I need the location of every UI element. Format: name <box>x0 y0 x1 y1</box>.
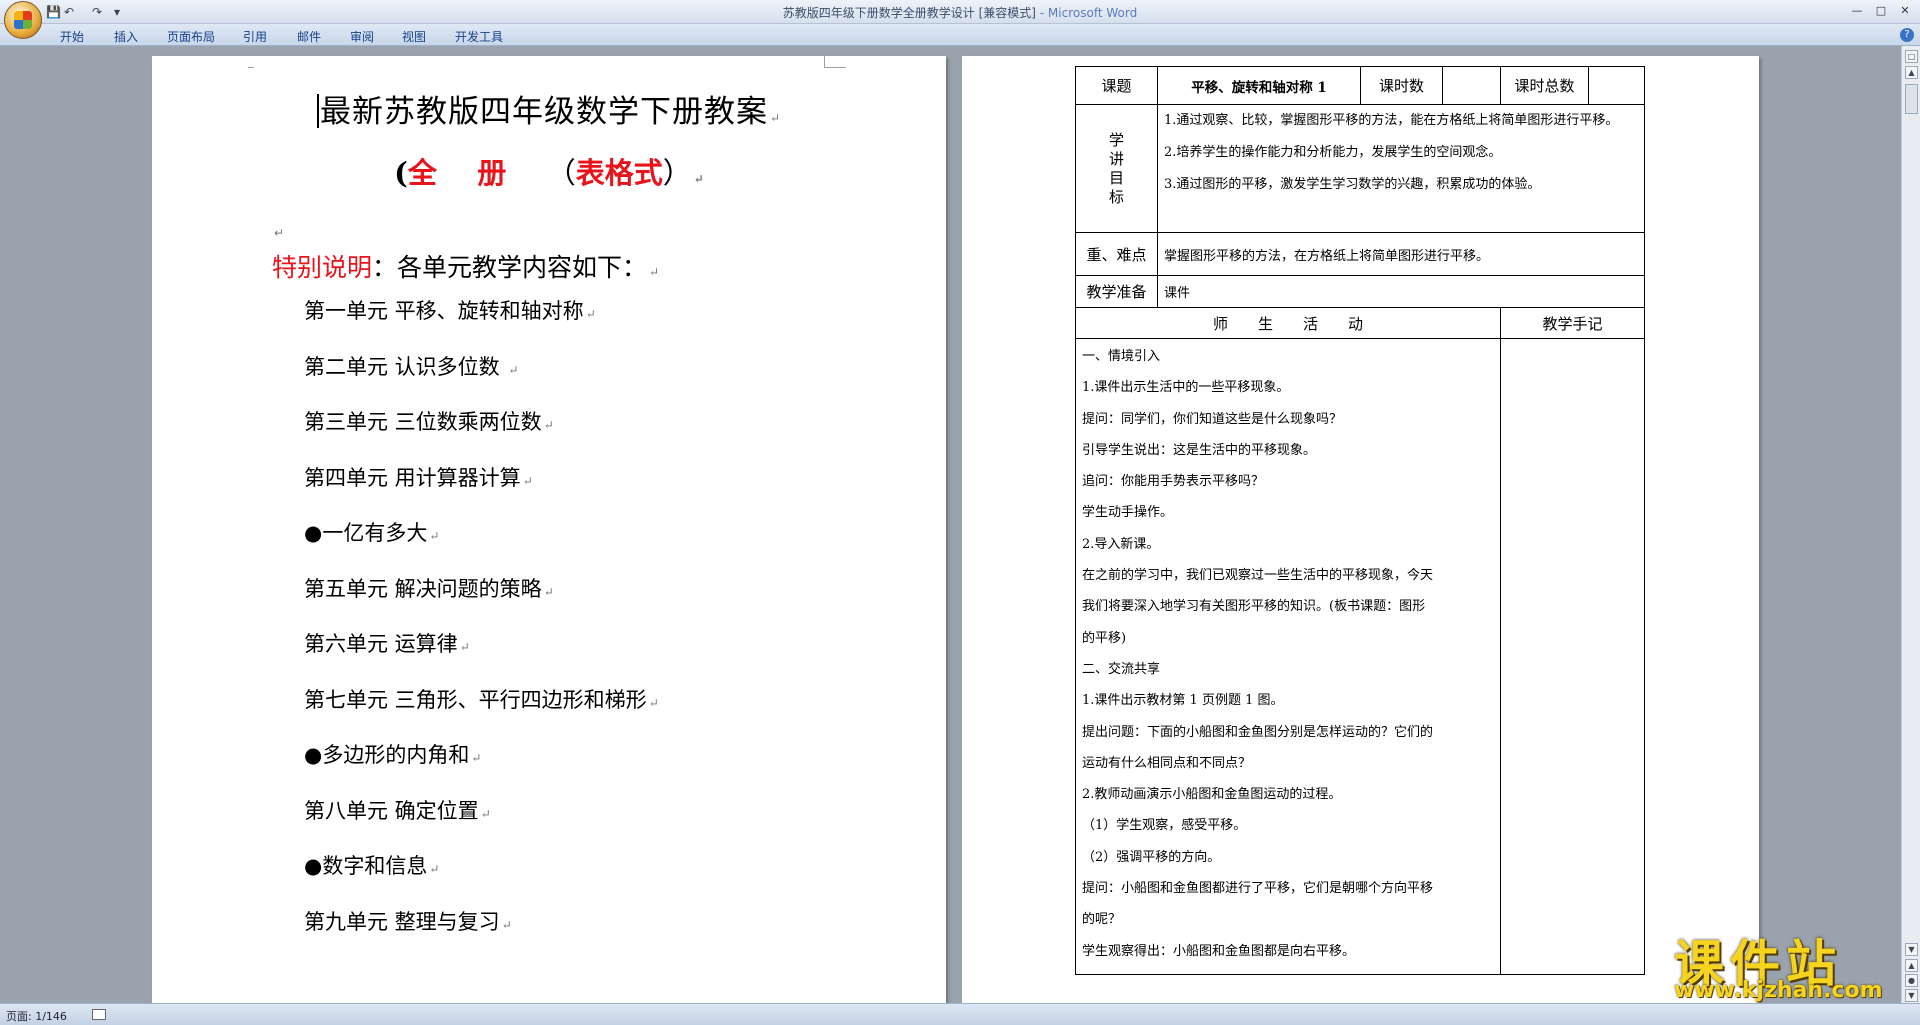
activity-header: 师 生 活 动 <box>1075 307 1501 339</box>
list-item: 第一单元 平移、旋转和轴对称 ↵ <box>304 299 596 323</box>
activity-line: 提问：小船图和金鱼图都进行了平移，它们是朝哪个方向平移 <box>1082 881 1434 897</box>
list-item: 第八单元 确定位置 ↵ <box>304 798 491 823</box>
undo-icon[interactable]: ↶ <box>64 4 74 20</box>
activity-line: 提问：同学们，你们知道这些是什么现象吗？ <box>1082 411 1343 427</box>
list-item: 第五单元 解决问题的策略 ↵ <box>304 576 554 601</box>
activity-line: 追问：你能用手势表示平移吗？ <box>1082 474 1265 490</box>
activity-line: 一、情境引入 <box>1082 349 1161 364</box>
list-item: 第三单元 三位数乘两位数 ↵ <box>304 410 554 434</box>
key-points-label: 重、难点 <box>1075 232 1158 276</box>
document-subtitle: (全 册 （表格式） ↵ <box>394 156 704 190</box>
margin-mark <box>824 54 846 68</box>
redo-icon[interactable]: ↷ <box>92 4 102 20</box>
activity-line: 2.导入新课。 <box>1082 536 1160 552</box>
ribbon-tabs: 开始 插入 页面布局 引用 邮件 审阅 视图 开发工具 ? <box>0 24 1920 46</box>
page-count[interactable]: 页面: 1/146 <box>6 1008 67 1024</box>
activity-line: 1.课件出示教材第 1 页例题 1 图。 <box>1082 693 1284 709</box>
activity-line: 2.教师动画演示小船图和金鱼图运动的过程。 <box>1082 787 1342 803</box>
tab-references[interactable]: 引用 <box>243 28 267 45</box>
help-icon[interactable]: ? <box>1900 28 1914 42</box>
activity-line: 运动有什么相同点和不同点？ <box>1082 755 1252 771</box>
hours-value[interactable] <box>1442 66 1501 105</box>
previous-page-icon[interactable]: ▲ <box>1905 959 1918 972</box>
tab-review[interactable]: 审阅 <box>350 28 374 45</box>
activity-line: 1.课件出示生活中的一些平移现象。 <box>1082 380 1290 396</box>
tab-insert[interactable]: 插入 <box>114 28 138 45</box>
status-bar: 页面: 1/146 <box>0 1003 1920 1025</box>
list-item: 第九单元 整理与复习 ↵ <box>304 909 512 934</box>
tab-developer[interactable]: 开发工具 <box>455 28 503 45</box>
browse-object-icon[interactable]: ● <box>1905 974 1918 987</box>
title-bar: 苏教版四年级下册数学全册教学设计 [兼容模式] - Microsoft Word… <box>0 0 1920 24</box>
topic-label: 课题 <box>1075 66 1158 105</box>
activity-line: 学生动手操作。 <box>1082 505 1174 521</box>
tab-mailings[interactable]: 邮件 <box>297 28 321 45</box>
topic-value: 平移、旋转和轴对称 1 <box>1157 66 1361 105</box>
activity-line: 我们将要深入地学习有关图形平移的知识。(板书课题：图形 <box>1082 599 1426 615</box>
activity-cell: 一、情境引入 1.课件出示生活中的一些平移现象。 提问：同学们，你们知道这些是什… <box>1075 338 1501 975</box>
activity-line: 学生观察得出：小船图和金鱼图都是向右平移。 <box>1082 943 1356 959</box>
notes-cell[interactable] <box>1500 338 1645 975</box>
activity-line: 的呢？ <box>1082 912 1122 928</box>
list-item: ●一亿有多大 ↵ <box>304 521 440 545</box>
list-item: ●多边形的内角和 ↵ <box>304 743 482 767</box>
hours-label: 课时数 <box>1360 66 1443 105</box>
notes-header: 教学手记 <box>1500 307 1645 339</box>
scroll-down-icon[interactable]: ▼ <box>1905 943 1918 956</box>
proofing-icon[interactable] <box>92 1009 106 1020</box>
objectives-cell: 1.通过观察、比较，掌握图形平移的方法，能在方格纸上将简单图形进行平移。 2.培… <box>1157 104 1645 233</box>
tab-home[interactable]: 开始 <box>60 28 84 45</box>
office-button[interactable] <box>4 1 42 39</box>
list-item: 第七单元 三角形、平行四边形和梯形 ↵ <box>304 687 659 712</box>
margin-mark <box>248 54 254 68</box>
list-item: ●数字和信息 ↵ <box>304 854 440 878</box>
activity-line: （2）强调平移的方向。 <box>1082 849 1221 865</box>
tab-page-layout[interactable]: 页面布局 <box>167 28 215 45</box>
scroll-up-icon[interactable]: ▲ <box>1905 66 1918 79</box>
lesson-plan-table: 课题 平移、旋转和轴对称 1 课时数 课时总数 学讲目标 1.通过观察、比较，掌… <box>1075 66 1645 975</box>
document-workspace: 最新苏教版四年级数学下册教案 ↵ (全 册 （表格式） ↵ ↵ 特别说明：各单元教学… <box>0 46 1901 1003</box>
activity-line: 引导学生说出：这是生活中的平移现象。 <box>1082 442 1317 458</box>
qat-menu-icon[interactable]: ▾ <box>114 4 120 20</box>
total-hours-label: 课时总数 <box>1500 66 1589 105</box>
paragraph-mark: ↵ <box>274 226 285 240</box>
document-page-1[interactable]: 最新苏教版四年级数学下册教案 ↵ (全 册 （表格式） ↵ ↵ 特别说明：各单元教学… <box>152 54 946 1003</box>
watermark: 课件站 www.kjzhan.com <box>1668 924 1904 1003</box>
objective-item: 3.通过图形的平移，激发学生学习数学的兴趣，积累成功的体验。 <box>1164 177 1541 192</box>
activity-line: 的平移) <box>1082 630 1127 646</box>
activity-line: 二、交流共享 <box>1082 661 1161 677</box>
unit-list: 第一单元 平移、旋转和轴对称 ↵ 第二单元 认识多位数 ↵ 第三单元 三位数乘两位… <box>304 297 659 963</box>
office-logo-icon <box>14 11 32 29</box>
watermark-url: www.kjzhan.com <box>1674 978 1883 1003</box>
activity-line: （1）学生观察，感受平移。 <box>1082 818 1247 834</box>
ruler-toggle-icon[interactable]: □ <box>1905 50 1918 63</box>
list-item: 第六单元 运算律 ↵ <box>304 632 470 656</box>
activity-line: 在之前的学习中，我们已观察过一些生活中的平移现象，今天 <box>1082 568 1434 584</box>
prep-label: 教学准备 <box>1075 275 1158 308</box>
close-icon[interactable]: ✕ <box>1894 3 1916 19</box>
activity-line: 提出问题：下面的小船图和金鱼图分别是怎样运动的？它们的 <box>1082 724 1434 740</box>
maximize-icon[interactable]: □ <box>1870 3 1892 19</box>
document-title: 最新苏教版四年级数学下册教案 ↵ <box>152 86 946 131</box>
total-hours-value[interactable] <box>1588 66 1645 105</box>
objective-item: 1.通过观察、比较，掌握图形平移的方法，能在方格纸上将简单图形进行平移。 <box>1164 113 1619 128</box>
list-item: 第四单元 用计算器计算 ↵ <box>304 465 533 490</box>
prep-value: 课件 <box>1157 275 1645 308</box>
objectives-label: 学讲目标 <box>1075 104 1158 233</box>
vertical-scrollbar[interactable]: □ ▲ ▼ ▲ ● ▼ <box>1901 46 1920 1003</box>
key-points-value: 掌握图形平移的方法，在方格纸上将简单图形进行平移。 <box>1157 232 1645 276</box>
tab-view[interactable]: 视图 <box>402 28 426 45</box>
scroll-thumb[interactable] <box>1905 84 1918 114</box>
save-icon[interactable]: 💾 <box>46 4 61 20</box>
next-page-icon[interactable]: ▼ <box>1905 989 1918 1002</box>
list-item: 第二单元 认识多位数 ↵ <box>304 354 519 379</box>
minimize-icon[interactable]: — <box>1846 3 1868 19</box>
document-page-2[interactable]: 课题 平移、旋转和轴对称 1 课时数 课时总数 学讲目标 1.通过观察、比较，掌… <box>962 56 1759 1003</box>
objective-item: 2.培养学生的操作能力和分析能力，发展学生的空间观念。 <box>1164 145 1502 160</box>
text-caret <box>316 94 319 128</box>
window-title: 苏教版四年级下册数学全册教学设计 [兼容模式] - Microsoft Word <box>782 6 1138 20</box>
special-note: 特别说明：各单元教学内容如下： ↵ <box>272 253 660 282</box>
